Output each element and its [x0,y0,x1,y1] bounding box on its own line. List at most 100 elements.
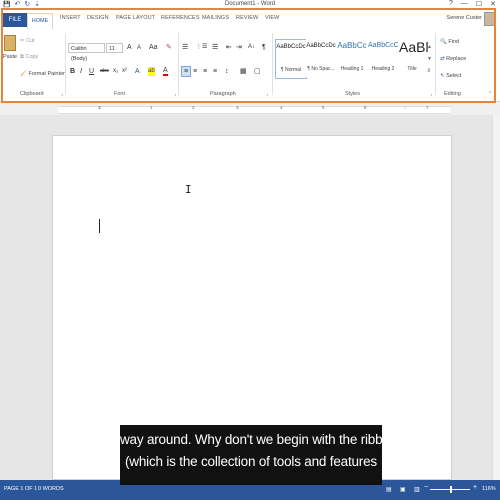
minimize-button[interactable]: — [461,0,468,8]
borders-icon[interactable]: ▢ [254,67,261,76]
underline-button[interactable]: U [89,67,94,76]
text-effects-icon[interactable]: A [135,67,140,76]
tab-home[interactable]: HOME [27,13,53,29]
page-count[interactable]: PAGE 1 OF 1 [4,486,37,492]
align-center-button[interactable]: ≡ [193,67,197,76]
multilevel-list-icon[interactable]: ☰ [212,43,218,52]
sort-icon[interactable]: A↓ [248,43,255,52]
style-heading-2[interactable]: AaBbCcC Heading 2 [368,39,399,77]
brush-icon: 🖌 [20,71,27,77]
zoom-level[interactable]: 116% [482,486,496,492]
zoom-slider-thumb[interactable] [450,486,452,493]
tab-page-layout[interactable]: PAGE LAYOUT [116,15,155,21]
highlight-color-icon[interactable]: ab [148,67,155,76]
collapse-ribbon-icon[interactable]: ⌃ [488,91,492,97]
paragraph-group-label: Paragraph [210,91,236,97]
style-no-spacing[interactable]: AaBbCcDc ¶ No Spac... [306,39,336,77]
font-name-dropdown[interactable]: Calibri (Body) [68,43,105,62]
print-layout-icon[interactable]: ▣ [400,486,406,493]
clipboard-icon [4,35,16,51]
shrink-font-icon[interactable]: A [137,44,141,53]
zoom-in-icon[interactable]: + [473,484,477,491]
font-size-dropdown[interactable]: 11 [106,43,123,53]
format-painter-button[interactable]: 🖌 Format Painter [20,71,65,77]
styles-gallery-scroll[interactable]: ▲ ▼ ⊻ [427,41,432,77]
align-right-button[interactable]: ≡ [203,67,207,76]
increase-indent-icon[interactable]: ⇥ [236,43,242,52]
tab-insert[interactable]: INSERT [60,15,81,21]
numbering-icon[interactable]: ⋮☰ [196,43,207,52]
copy-button[interactable]: ⧉ Copy [20,54,38,61]
strikethrough-button[interactable]: abc [100,67,109,76]
style-name: ¶ Normal [280,67,302,73]
style-sample: AaBbCcDc [276,44,306,50]
web-layout-icon[interactable]: ▥ [414,486,420,493]
italic-button[interactable]: I [80,67,82,76]
style-name: ¶ No Spac... [307,66,335,72]
zoom-out-icon[interactable]: − [424,484,428,491]
superscript-button[interactable]: x² [122,67,127,76]
ruler-tick: 1 [150,105,153,110]
show-marks-icon[interactable]: ¶ [262,43,266,52]
font-group-label: Font [114,91,126,97]
select-button[interactable]: ↖ Select [440,73,461,79]
clear-formatting-icon[interactable]: ✎ [166,43,172,52]
format-painter-label: Format Painter [28,71,65,77]
subscript-button[interactable]: x₂ [113,67,118,76]
font-launcher-icon[interactable]: ⌟ [174,91,176,97]
maximize-button[interactable]: ☐ [476,0,482,8]
editing-group-label: Editing [444,91,461,97]
right-indent-marker-icon[interactable]: ⌂ [404,105,407,110]
styles-group-label: Styles [345,91,360,97]
bullets-icon[interactable]: ☰ [182,43,188,52]
shading-icon[interactable]: ▦ [240,67,247,76]
style-title[interactable]: AaBl Title [399,39,429,77]
grow-font-icon[interactable]: A [127,43,132,52]
window-title: Document1 - Word [224,1,276,7]
chevron-down-icon: ▼ [427,56,432,62]
tab-references[interactable]: REFERENCES [161,15,200,21]
help-button[interactable]: ? [449,0,453,8]
tab-mailings[interactable]: MAILINGS [202,15,229,21]
ruler: ⧗ 1 2 3 4 5 6 ⌂ 7 [0,103,500,115]
change-case-icon[interactable]: Aa [149,43,158,52]
read-mode-icon[interactable]: ▤ [386,486,392,493]
ribbon: Paste ✂ Cut ⧉ Copy 🖌 Format Painter Clip… [0,29,500,102]
scissors-icon: ✂ [20,38,25,44]
clipboard-launcher-icon[interactable]: ⌟ [61,91,63,97]
font-color-icon[interactable]: A [163,67,168,76]
cut-label: Cut [26,38,35,44]
text-cursor [99,219,100,233]
style-sample: AaBbCc [337,41,367,50]
tab-review[interactable]: REVIEW [236,15,258,21]
user-name[interactable]: Serene Custer [447,15,482,21]
find-label: Find [448,39,460,45]
ruler-tick: 3 [236,105,239,110]
indent-marker-icon[interactable]: ⧗ [98,105,101,110]
style-sample: AaBbCcDc [306,43,336,49]
close-button[interactable]: ✕ [490,0,496,8]
justify-button[interactable]: ≡ [213,67,217,76]
replace-button[interactable]: ⇄ Replace [440,56,466,62]
styles-launcher-icon[interactable]: ⌟ [430,91,432,97]
group-divider [272,33,273,95]
tab-design[interactable]: DESIGN [87,15,109,21]
line-spacing-icon[interactable]: ↕ [225,67,229,76]
bold-button[interactable]: B [70,67,75,76]
align-left-button[interactable]: ≡ [181,66,191,77]
find-button[interactable]: 🔍 Find [440,39,459,45]
avatar[interactable] [484,12,496,26]
magnifier-icon: 🔍 [440,39,447,45]
decrease-indent-icon[interactable]: ⇤ [226,43,232,52]
paste-button[interactable]: Paste [3,35,17,60]
style-heading-1[interactable]: AaBbCc Heading 1 [337,39,367,77]
paste-label: Paste [3,54,18,60]
word-count[interactable]: 0 WORDS [38,486,64,492]
tab-file[interactable]: FILE [3,13,27,27]
cut-button[interactable]: ✂ Cut [20,38,35,44]
ruler-track [58,106,450,114]
paragraph-launcher-icon[interactable]: ⌟ [266,91,268,97]
style-normal[interactable]: AaBbCcDc ¶ Normal [275,39,307,79]
vertical-scrollbar[interactable] [492,115,500,480]
tab-view[interactable]: VIEW [265,15,279,21]
